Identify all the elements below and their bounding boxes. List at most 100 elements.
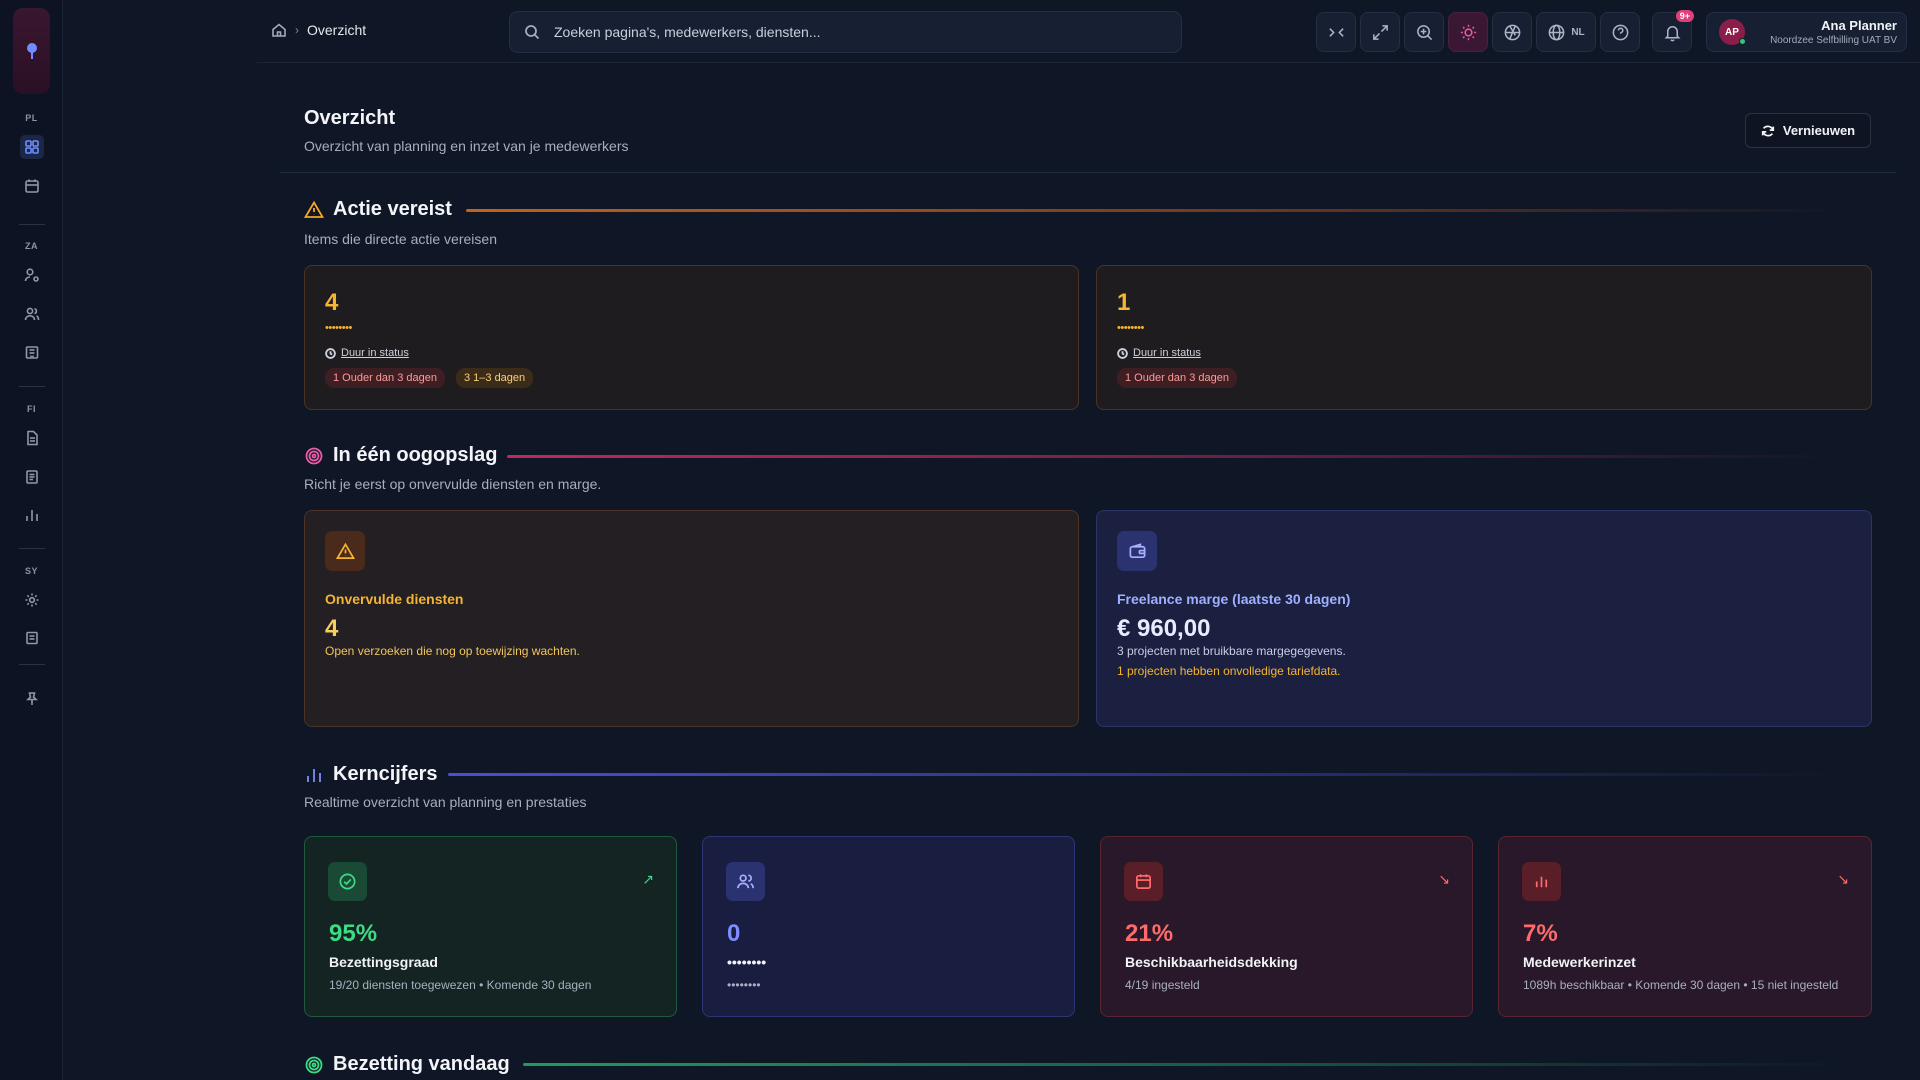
- sidebar-item-invoices[interactable]: [20, 426, 44, 450]
- bar-chart-icon: [307, 768, 321, 782]
- user-name: Ana Planner: [1821, 18, 1897, 33]
- status-badge: 3 1–3 dagen: [455, 368, 534, 388]
- sidebar-item-employees[interactable]: [20, 302, 44, 326]
- sidebar-divider: [19, 548, 45, 549]
- section-subtitle: Realtime overzicht van planning en prest…: [304, 794, 587, 810]
- avatar: AP: [1719, 19, 1746, 45]
- color-theme-button[interactable]: [1492, 12, 1532, 52]
- brand-logo-icon: [26, 43, 37, 59]
- section-action-required-header: Actie vereist: [304, 198, 452, 221]
- card-title: Onvervulde diensten: [325, 591, 464, 607]
- kpi-description: 1089h beschikbaar • Komende 30 dagen • 1…: [1523, 978, 1839, 992]
- kpi-description: ••••••••: [727, 978, 761, 992]
- sidebar-item-calendar[interactable]: [20, 174, 44, 198]
- language-button[interactable]: NL: [1536, 12, 1596, 52]
- unfilled-shifts-card[interactable]: Onvervulde diensten 4 Open verzoeken die…: [304, 510, 1079, 727]
- sidebar-pin-button[interactable]: [20, 687, 44, 711]
- notification-count-badge: 9+: [1675, 10, 1694, 22]
- sidebar-section-sy: SY: [24, 566, 38, 576]
- expand-icon: [1372, 24, 1388, 40]
- page-title: Overzicht: [304, 107, 396, 129]
- sidebar-item-clients[interactable]: [20, 340, 44, 364]
- sidebar-item-settings[interactable]: [20, 588, 44, 612]
- kpi-value: 7%: [1523, 920, 1558, 947]
- sidebar-item-employee-settings[interactable]: [20, 263, 44, 287]
- clock-icon: [325, 347, 336, 359]
- header-divider: [280, 172, 1896, 173]
- sidebar-item-logs[interactable]: [20, 626, 44, 650]
- file-text-icon: [27, 430, 38, 446]
- sidebar-section-pl: PL: [25, 113, 38, 123]
- sidebar-item-reports[interactable]: [20, 503, 44, 527]
- target-icon: [305, 1056, 323, 1073]
- app-logo[interactable]: [13, 8, 50, 94]
- home-icon[interactable]: [271, 22, 287, 38]
- zoom-button[interactable]: [1404, 12, 1444, 52]
- fullscreen-button[interactable]: [1360, 12, 1400, 52]
- kpi-card-availability-coverage[interactable]: ↘ 21% Beschikbaarheidsdekking 4/19 inges…: [1100, 836, 1473, 1017]
- kpi-icon-box: [328, 862, 367, 901]
- building-icon: [25, 346, 39, 359]
- freelance-margin-card[interactable]: Freelance marge (laatste 30 dagen) € 960…: [1096, 510, 1872, 727]
- section-accent-line: [448, 773, 1848, 776]
- sidebar-item-statements[interactable]: [20, 465, 44, 489]
- kpi-description: 4/19 ingesteld: [1125, 978, 1200, 992]
- action-label: ••••••••: [325, 322, 352, 334]
- help-button[interactable]: [1600, 12, 1640, 52]
- status-badge: 1 Ouder dan 3 dagen: [325, 368, 445, 388]
- card-description: Open verzoeken die nog op toewijzing wac…: [325, 644, 580, 658]
- section-accent-line: [466, 209, 1848, 212]
- kpi-icon-box: [1124, 862, 1163, 901]
- online-status-dot: [1739, 38, 1746, 45]
- users-icon: [24, 307, 40, 321]
- duration-label: Duur in status: [1133, 347, 1201, 359]
- check-circle-icon: [339, 873, 356, 890]
- refresh-label: Vernieuwen: [1782, 123, 1856, 138]
- aperture-icon: [1504, 24, 1520, 40]
- refresh-icon: [1761, 124, 1774, 137]
- section-accent-line: [523, 1063, 1848, 1066]
- kpi-card-occupancy-rate[interactable]: ↗ 95% Bezettingsgraad 19/20 diensten toe…: [304, 836, 677, 1017]
- duration-label: Duur in status: [341, 347, 409, 359]
- card-value: 4: [325, 615, 339, 642]
- refresh-button[interactable]: Vernieuwen: [1745, 113, 1871, 148]
- kpi-label: ••••••••: [727, 954, 767, 970]
- chevron-right-icon: ›: [295, 23, 299, 37]
- notifications-button[interactable]: 9+: [1652, 10, 1694, 52]
- wallet-icon: [1129, 542, 1145, 558]
- search-bar[interactable]: [509, 11, 1182, 53]
- breadcrumb: › Overzicht: [271, 22, 366, 38]
- sidebar: PL ZA FI SY: [0, 0, 63, 1080]
- warning-icon: [304, 200, 324, 218]
- language-code: NL: [1571, 26, 1585, 38]
- bar-chart-icon: [26, 510, 38, 521]
- scroll-icon: [26, 631, 38, 645]
- theme-toggle-button[interactable]: [1448, 12, 1488, 52]
- users-icon: [737, 874, 754, 889]
- kpi-value: 0: [727, 920, 741, 947]
- action-card[interactable]: 4 •••••••• Duur in status 1 Ouder dan 3 …: [304, 265, 1079, 410]
- duration-in-status[interactable]: Duur in status: [1117, 347, 1201, 359]
- pin-icon: [26, 692, 38, 705]
- sun-icon: [1460, 24, 1476, 40]
- kpi-card-hidden-metric[interactable]: 0 •••••••• ••••••••: [702, 836, 1075, 1017]
- kpi-card-employee-utilization[interactable]: ↘ 7% Medewerkerinzet 1089h beschikbaar •…: [1498, 836, 1872, 1017]
- calendar-icon: [25, 179, 39, 193]
- action-count: 4: [325, 289, 339, 316]
- sidebar-divider: [19, 664, 45, 665]
- card-title: Freelance marge (laatste 30 dagen): [1117, 591, 1351, 607]
- section-kpi-header: Kerncijfers: [304, 763, 438, 786]
- search-input[interactable]: [554, 24, 1114, 40]
- card-warning: 1 projecten hebben onvolledige tariefdat…: [1117, 664, 1341, 678]
- duration-in-status[interactable]: Duur in status: [325, 347, 409, 359]
- sidebar-item-dashboard[interactable]: [20, 135, 44, 159]
- user-menu[interactable]: AP Ana Planner Noordzee Selfbilling UAT …: [1706, 12, 1907, 52]
- collapse-button[interactable]: [1316, 12, 1356, 52]
- freelance-margin-icon-box: [1117, 531, 1157, 571]
- grid-icon: [25, 140, 39, 154]
- breadcrumb-current: Overzicht: [307, 22, 367, 38]
- action-card[interactable]: 1 •••••••• Duur in status 1 Ouder dan 3 …: [1096, 265, 1872, 410]
- topbar: › Overzicht NL 9+ AP Ana Planner Noor: [257, 0, 1920, 63]
- sidebar-section-za: ZA: [25, 241, 38, 251]
- avatar-initials: AP: [1725, 26, 1739, 38]
